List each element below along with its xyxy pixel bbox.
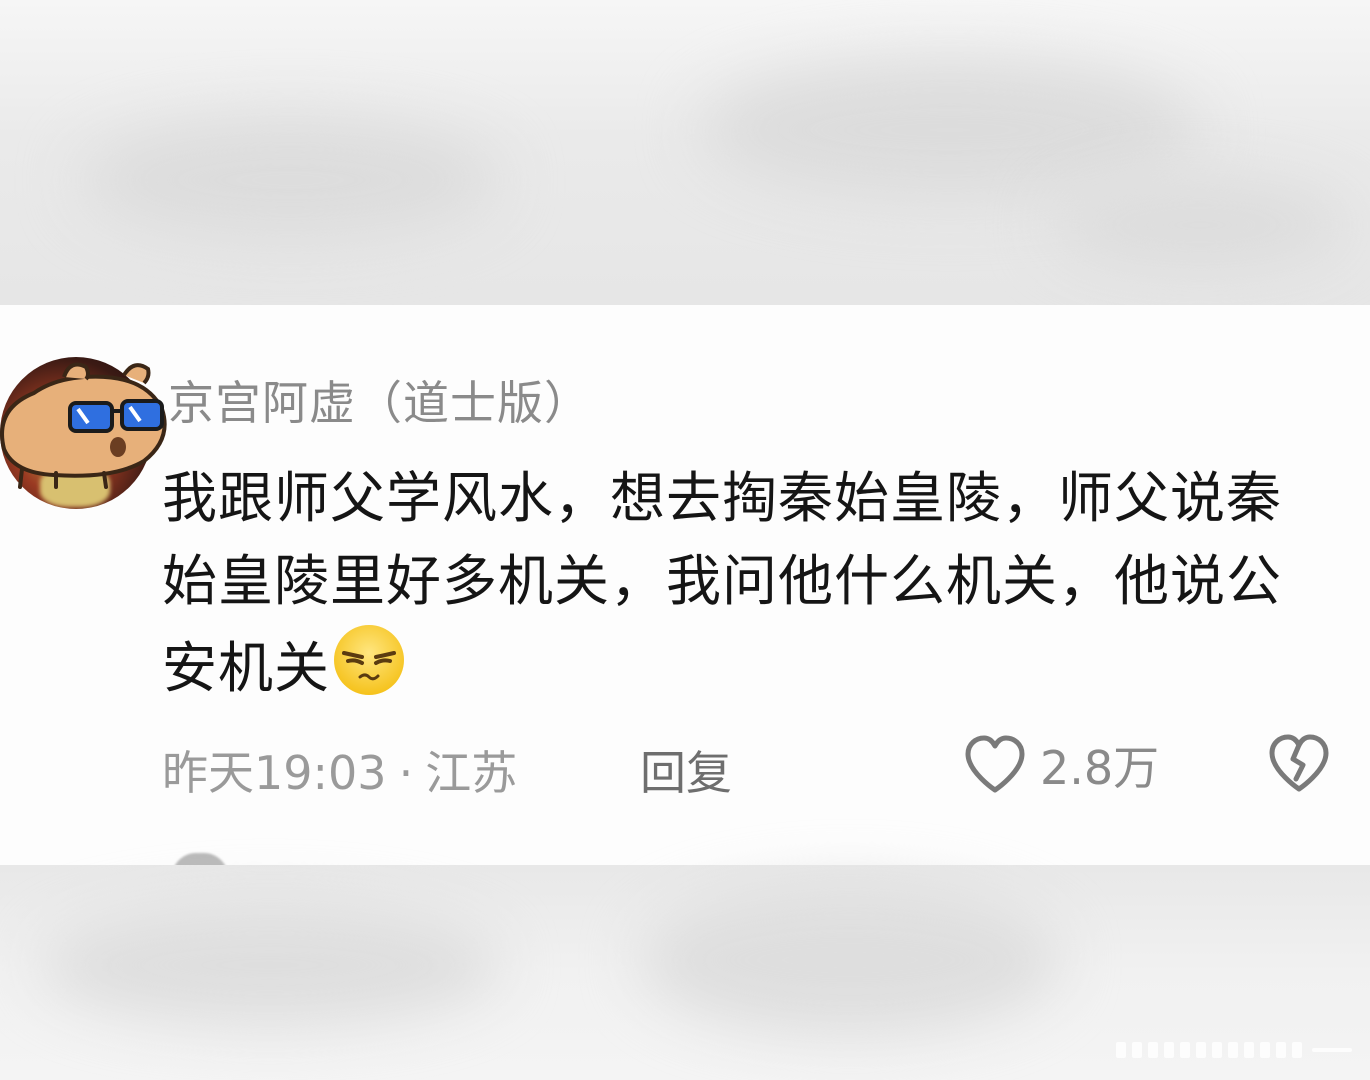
avatar[interactable] bbox=[0, 357, 167, 517]
capybara-sunglasses-icon bbox=[0, 362, 167, 489]
comment-time: 昨天19:03 bbox=[162, 746, 387, 800]
comment-card: 京宫阿虚（道士版） 我跟师父学风水，想去掏秦始皇陵，师父说秦始皇陵里好多机关，我… bbox=[0, 305, 1370, 877]
comment-meta: 昨天19:03 · 江苏 bbox=[162, 737, 518, 800]
blurred-top-area bbox=[0, 0, 1370, 305]
heart-outline-icon bbox=[965, 735, 1025, 793]
reply-button[interactable]: 回复 bbox=[640, 737, 732, 803]
like-count: 2.8万 bbox=[1040, 741, 1160, 795]
watermark-bars-icon bbox=[1116, 1042, 1352, 1058]
blurred-bottom-area bbox=[0, 865, 1370, 1080]
smirk-face-icon bbox=[334, 625, 405, 695]
username[interactable]: 京宫阿虚（道士版） bbox=[168, 367, 591, 433]
broken-heart-icon bbox=[1269, 734, 1329, 792]
comment-text: 我跟师父学风水，想去掏秦始皇陵，师父说秦始皇陵里好多机关，我问他什么机关，他说公… bbox=[162, 466, 1283, 700]
comment-location: 江苏 bbox=[425, 746, 518, 800]
meta-separator: · bbox=[398, 746, 414, 800]
dislike-button[interactable] bbox=[1266, 733, 1332, 797]
like-button[interactable]: 2.8万 bbox=[962, 733, 1159, 797]
comment-body: 我跟师父学风水，想去掏秦始皇陵，师父说秦始皇陵里好多机关，我问他什么机关，他说公… bbox=[162, 457, 1312, 710]
